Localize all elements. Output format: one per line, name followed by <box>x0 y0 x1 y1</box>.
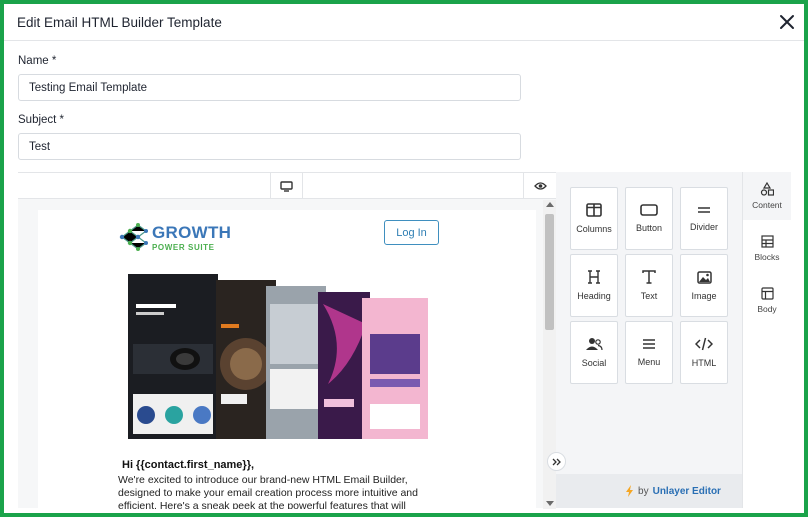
button-icon <box>640 204 658 216</box>
tab-content-label: Content <box>752 200 782 210</box>
dialog-header: Edit Email HTML Builder Template <box>4 4 804 41</box>
tool-html-label: HTML <box>691 358 717 368</box>
double-chevron-right-icon <box>552 458 561 465</box>
dialog-frame: Edit Email HTML Builder Template Name * … <box>0 0 808 517</box>
greeting-text: Hi {{contact.first_name}}, <box>122 459 255 471</box>
scrollbar-thumb[interactable] <box>545 214 554 330</box>
tool-social-label: Social <box>581 358 607 368</box>
email-templates-collage <box>118 264 438 443</box>
text-icon <box>642 270 656 284</box>
dialog-title: Edit Email HTML Builder Template <box>17 15 222 30</box>
tool-image-label: Image <box>691 290 717 301</box>
tool-text[interactable]: Text <box>625 254 673 317</box>
social-icon <box>586 338 603 351</box>
subject-input[interactable] <box>18 133 521 160</box>
code-icon <box>695 337 713 351</box>
branding-by: by <box>638 485 649 497</box>
logo-main-text: GROWTH <box>152 223 232 242</box>
tool-html[interactable]: HTML <box>680 321 728 384</box>
login-button[interactable]: Log In <box>384 220 439 245</box>
tool-image[interactable]: Image <box>680 254 728 317</box>
tab-content[interactable]: Content <box>743 172 791 220</box>
side-tabs: Content Blocks Body <box>742 172 791 508</box>
columns-icon <box>586 203 602 217</box>
email-preview[interactable]: GROWTH POWER SUITE Log In Hi {{contact.f… <box>38 210 536 509</box>
subject-label: Subject * <box>18 114 65 126</box>
hero-image <box>118 264 438 443</box>
close-icon <box>780 15 794 29</box>
layout-icon <box>760 286 774 300</box>
divider-icon <box>698 207 710 213</box>
blocks-icon <box>760 234 774 248</box>
tool-columns[interactable]: Columns <box>570 187 618 250</box>
lightning-icon <box>626 485 634 497</box>
editor-canvas: GROWTH POWER SUITE Log In Hi {{contact.f… <box>18 172 556 509</box>
name-input[interactable] <box>18 74 521 101</box>
tool-social[interactable]: Social <box>570 321 618 384</box>
image-icon <box>696 270 712 284</box>
collapse-panel-button[interactable] <box>547 452 566 471</box>
canvas-toolbar <box>18 173 556 199</box>
shapes-icon <box>760 182 774 196</box>
tool-button-label: Button <box>635 223 663 233</box>
close-button[interactable] <box>777 12 797 32</box>
desktop-view-button[interactable] <box>270 173 303 199</box>
brand-logo: GROWTH POWER SUITE <box>118 223 238 253</box>
menu-icon <box>643 339 655 349</box>
tool-menu-label: Menu <box>637 357 661 367</box>
tool-heading-label: Heading <box>577 291 611 301</box>
network-logo-icon <box>119 223 148 251</box>
tab-blocks[interactable]: Blocks <box>743 224 791 272</box>
heading-icon <box>588 270 600 284</box>
tool-columns-label: Columns <box>576 224 612 234</box>
name-label: Name * <box>18 55 57 67</box>
tool-button[interactable]: Button <box>625 187 673 250</box>
tab-body-label: Body <box>757 303 777 314</box>
logo-sub-text: POWER SUITE <box>152 243 215 252</box>
eye-icon <box>533 182 547 190</box>
branding-editor: Unlayer Editor <box>652 485 721 497</box>
scroll-down-icon[interactable] <box>546 501 554 506</box>
tool-menu[interactable]: Menu <box>625 321 673 384</box>
preview-button[interactable] <box>523 173 556 199</box>
scroll-up-icon[interactable] <box>546 202 554 207</box>
tool-divider[interactable]: Divider <box>680 187 728 250</box>
tool-heading[interactable]: Heading <box>570 254 618 317</box>
tab-blocks-label: Blocks <box>754 251 780 262</box>
tab-body[interactable]: Body <box>743 276 791 324</box>
tool-text-label: Text <box>640 291 658 301</box>
tool-divider-label: Divider <box>689 222 718 232</box>
monitor-icon <box>280 180 293 192</box>
intro-paragraph: We're excited to introduce our brand-new… <box>118 474 418 509</box>
